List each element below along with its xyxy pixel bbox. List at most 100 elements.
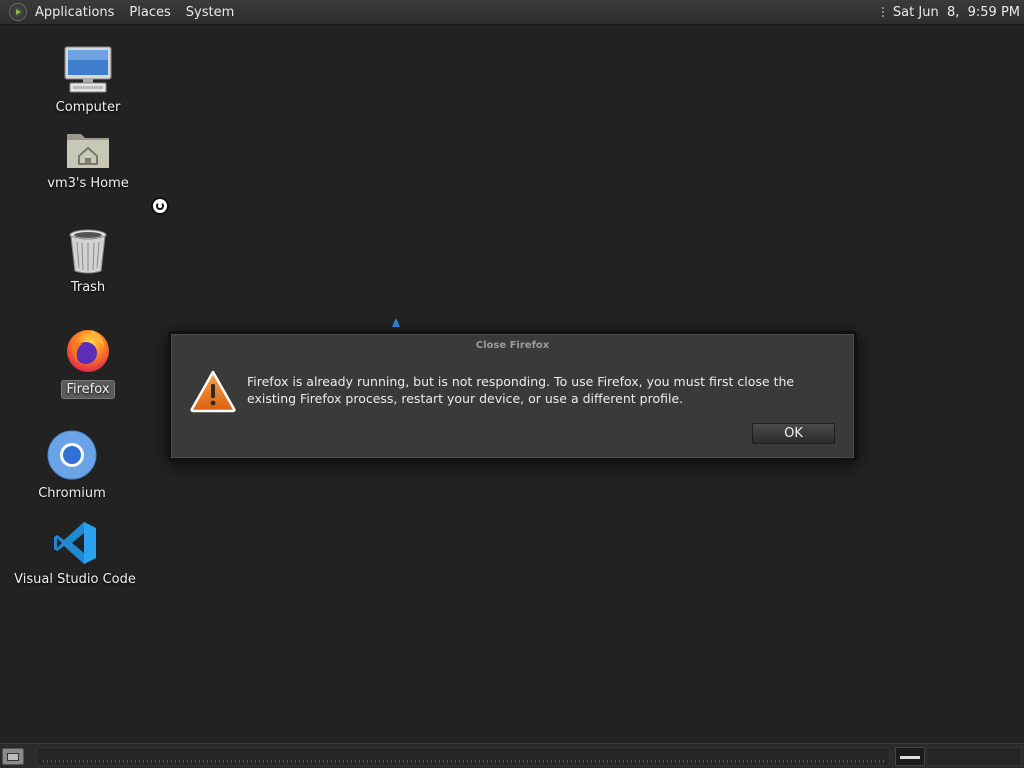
window-list-tick	[639, 760, 640, 763]
window-list-tick	[707, 760, 708, 763]
window-list-tick	[291, 760, 292, 763]
window-list[interactable]	[36, 747, 890, 766]
window-list-tick	[559, 760, 560, 763]
window-list-tick	[171, 760, 172, 763]
window-list-tick	[155, 760, 156, 763]
desktop-icon-computer[interactable]: Computer	[50, 46, 126, 115]
window-list-tick	[767, 760, 768, 763]
window-list-tick	[91, 760, 92, 763]
window-list-tick	[651, 760, 652, 763]
window-list-tick	[607, 760, 608, 763]
vscode-icon	[54, 522, 96, 564]
window-list-tick	[315, 760, 316, 763]
window-list-tick	[779, 760, 780, 763]
window-list-tick	[219, 760, 220, 763]
window-list-tick	[439, 760, 440, 763]
window-list-tick	[467, 760, 468, 763]
window-list-tick	[723, 760, 724, 763]
window-list-tick	[539, 760, 540, 763]
window-list-tick	[395, 760, 396, 763]
window-list-tick	[879, 760, 880, 763]
window-list-tick	[179, 760, 180, 763]
desktop-icon-firefox[interactable]: Firefox	[58, 326, 118, 399]
window-list-tick	[555, 760, 556, 763]
window-list-tick	[267, 760, 268, 763]
window-list-tick	[147, 760, 148, 763]
window-list-tick	[675, 760, 676, 763]
clock[interactable]: Sat Jun 8, 9:59 PM	[893, 0, 1024, 25]
window-list-tick	[667, 760, 668, 763]
window-list-tick	[615, 760, 616, 763]
window-list-tick	[455, 760, 456, 763]
window-list-tick	[371, 760, 372, 763]
places-menu[interactable]: Places	[121, 0, 177, 25]
window-list-tick	[715, 760, 716, 763]
dialog-title[interactable]: Close Firefox	[172, 340, 853, 351]
window-list-tick	[367, 760, 368, 763]
window-list-tick	[819, 760, 820, 763]
window-list-tick	[479, 760, 480, 763]
window-list-tick	[783, 760, 784, 763]
window-list-tick	[531, 760, 532, 763]
home-folder-icon	[67, 134, 109, 168]
firefox-icon	[67, 330, 109, 372]
window-list-tick	[235, 760, 236, 763]
window-list-tick	[871, 760, 872, 763]
window-list-tick	[323, 760, 324, 763]
desktop-icon-chromium[interactable]: Chromium	[34, 430, 110, 501]
window-list-tick	[799, 760, 800, 763]
window-list-tick	[495, 760, 496, 763]
window-list-tick	[507, 760, 508, 763]
window-list-tick	[679, 760, 680, 763]
window-list-tick	[763, 760, 764, 763]
window-list-tick	[827, 760, 828, 763]
window-list-tick	[471, 760, 472, 763]
window-list-tick	[515, 760, 516, 763]
system-menu[interactable]: System	[178, 0, 241, 25]
window-list-tick	[483, 760, 484, 763]
window-list-tick	[287, 760, 288, 763]
window-list-tick	[567, 760, 568, 763]
window-list-tick	[635, 760, 636, 763]
window-list-tick	[143, 760, 144, 763]
window-list-tick	[303, 760, 304, 763]
window-list-tick	[535, 760, 536, 763]
applications-menu[interactable]: Applications	[33, 0, 121, 25]
window-list-tick	[571, 760, 572, 763]
computer-icon	[64, 46, 112, 93]
ok-button[interactable]: OK	[752, 423, 835, 444]
window-list-tick	[463, 760, 464, 763]
window-list-tick	[719, 760, 720, 763]
window-list-tick	[271, 760, 272, 763]
window-list-tick	[431, 760, 432, 763]
show-desktop-icon[interactable]	[2, 748, 24, 765]
desktop-icon-vscode[interactable]: Visual Studio Code	[14, 520, 136, 587]
pointer-arrow-icon	[392, 318, 400, 327]
window-list-tick	[343, 760, 344, 763]
window-list-tick	[199, 760, 200, 763]
window-list-tick	[43, 760, 44, 763]
window-list-tick	[243, 760, 244, 763]
window-list-tick	[167, 760, 168, 763]
window-list-tick	[423, 760, 424, 763]
window-list-tick	[743, 760, 744, 763]
desktop-icon-trash[interactable]: Trash	[62, 228, 114, 295]
workspace-switcher-area[interactable]	[926, 747, 1022, 766]
desktop-icon-home[interactable]: vm3's Home	[46, 128, 130, 191]
window-list-tick	[695, 760, 696, 763]
warning-icon	[190, 370, 236, 413]
window-list-tick	[339, 760, 340, 763]
applications-menu-icon[interactable]	[9, 3, 27, 21]
window-list-tick	[863, 760, 864, 763]
desktop-icon-label: Firefox	[61, 380, 115, 399]
window-list-tick	[427, 760, 428, 763]
window-list-tick	[127, 760, 128, 763]
window-list-tick	[875, 760, 876, 763]
workspace-switcher[interactable]	[895, 747, 925, 766]
window-list-tick	[135, 760, 136, 763]
desktop-icon-label: vm3's Home	[47, 176, 129, 191]
window-list-tick	[407, 760, 408, 763]
window-list-tick	[119, 760, 120, 763]
window-list-tick	[163, 760, 164, 763]
window-list-tick	[295, 760, 296, 763]
